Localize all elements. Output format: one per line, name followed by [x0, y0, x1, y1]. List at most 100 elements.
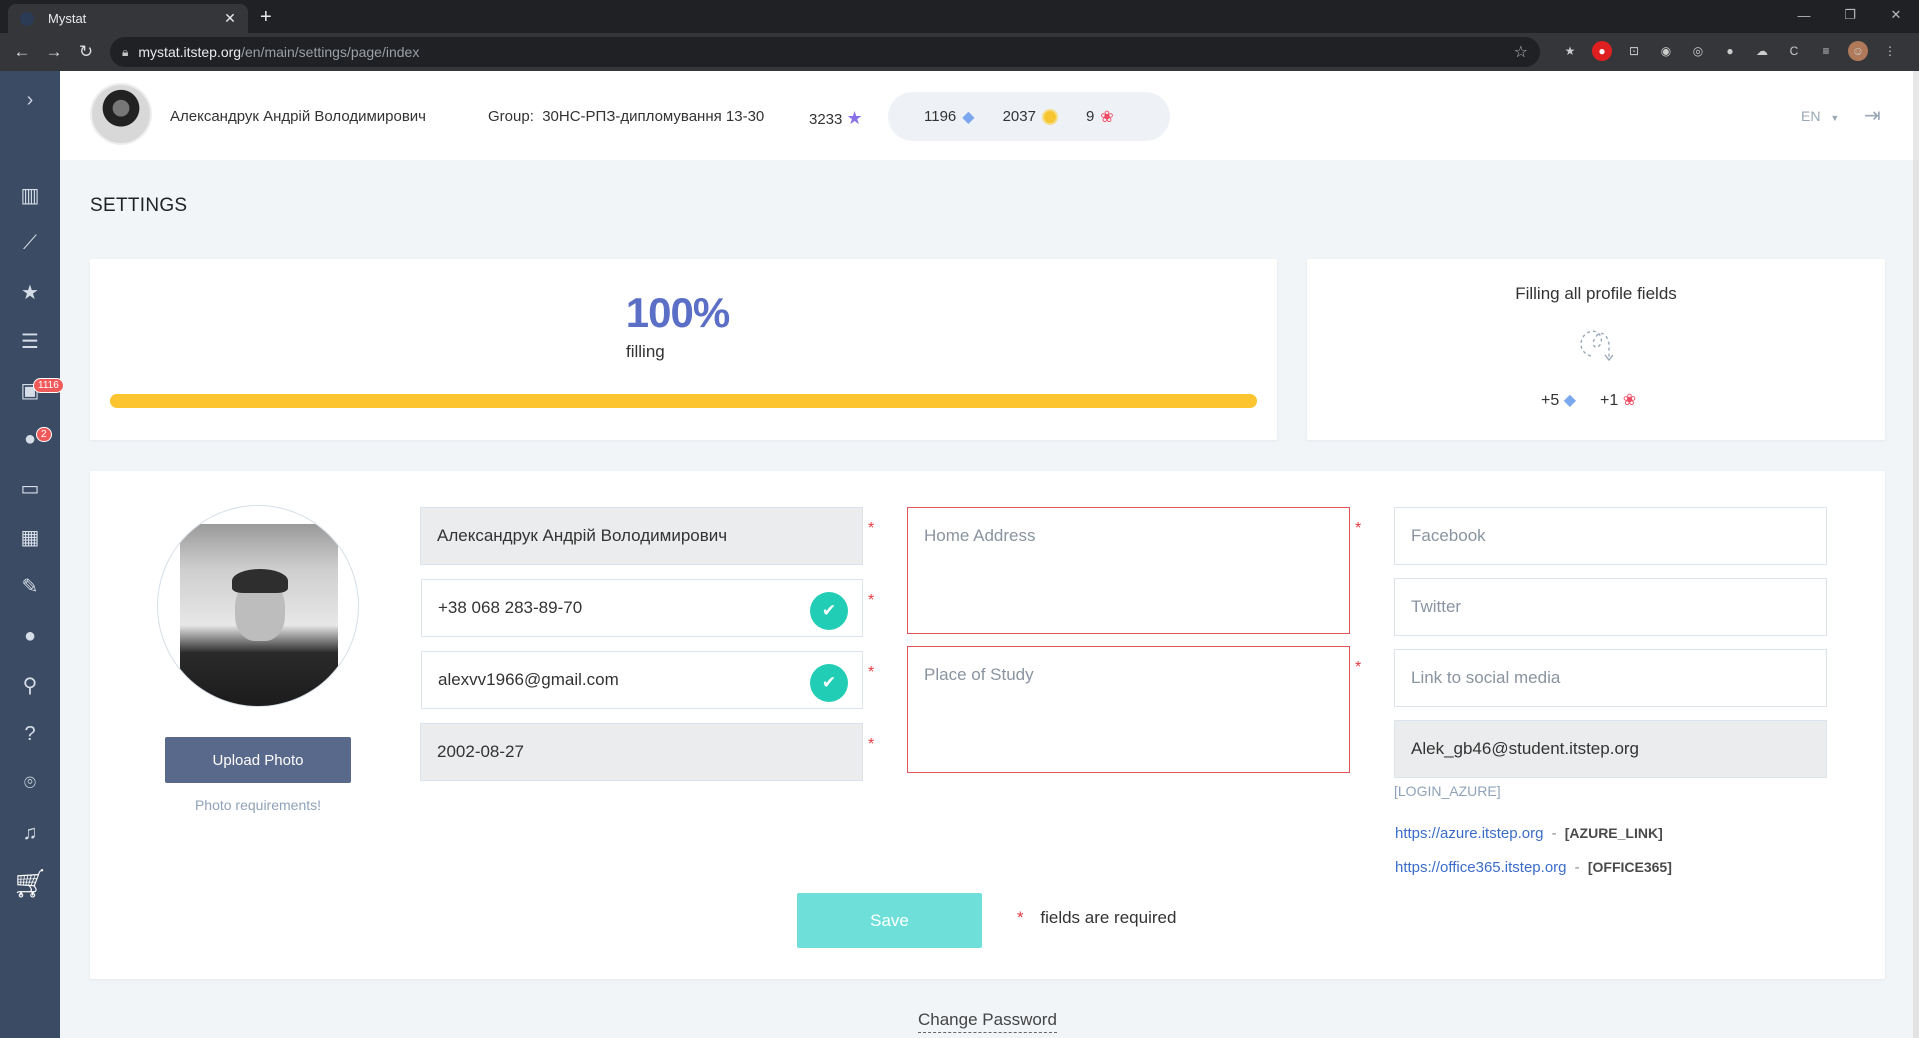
filling-percent: 100%: [625, 289, 730, 336]
email-value: alexvv1966@gmail.com: [438, 670, 619, 689]
required-marker: *: [1355, 520, 1362, 537]
save-button[interactable]: Save: [797, 893, 982, 948]
bonus-awards-value: +1: [1600, 392, 1619, 409]
new-tab-icon[interactable]: +: [260, 6, 272, 29]
sidebar-expand-icon[interactable]: ›: [0, 89, 60, 112]
profile-photo: [157, 505, 359, 707]
avatar[interactable]: [90, 83, 152, 145]
azure-link[interactable]: https://azure.itstep.org: [1395, 825, 1543, 842]
cart-icon[interactable]: 🛒︎: [12, 868, 48, 899]
filling-card: 100% filling: [90, 259, 1277, 440]
extension-icon[interactable]: ★: [1560, 41, 1580, 61]
page-title: SETTINGS: [90, 195, 188, 216]
bar-chart-icon[interactable]: ▥: [18, 183, 42, 207]
schedule-list-icon[interactable]: ☰: [18, 329, 42, 353]
points-value: 3233: [809, 111, 843, 128]
pen-icon[interactable]: ✎: [18, 574, 42, 598]
extension-lock-icon[interactable]: ⊡: [1624, 41, 1644, 61]
social-media-field[interactable]: Link to social media: [1394, 649, 1827, 707]
menu-kebab-icon[interactable]: ⋮: [1880, 41, 1900, 61]
photo-requirements-link[interactable]: Photo requirements!: [165, 797, 351, 813]
email-field[interactable]: alexvv1966@gmail.com ✔: [421, 651, 863, 709]
required-note-text: fields are required: [1040, 908, 1177, 927]
bookmark-star-icon[interactable]: ☆: [1514, 42, 1528, 62]
coins-value: 2037: [1002, 108, 1036, 125]
required-note: * fields are required: [1017, 908, 1176, 928]
home-address-field[interactable]: Home Address: [907, 507, 1350, 634]
full-name-field[interactable]: Александрук Андрій Володимирович: [420, 507, 863, 565]
required-marker: *: [868, 520, 875, 537]
extensions-area: ★ ● ⊡ ◉ ◎ ● ☁ C ≡ ☺ ⋮: [1560, 41, 1900, 61]
user-icon[interactable]: ●: [18, 624, 42, 648]
twitter-placeholder: Twitter: [1411, 597, 1462, 616]
gems-value: 1196: [924, 108, 957, 125]
azure-login-field[interactable]: Alek_gb46@student.itstep.org: [1394, 720, 1827, 778]
restore-icon[interactable]: ❐: [1827, 0, 1873, 30]
required-marker: *: [868, 664, 875, 681]
search-icon[interactable]: ⚲: [18, 673, 42, 697]
github-icon[interactable]: ●: [1720, 41, 1740, 61]
adblock-icon[interactable]: ●: [1592, 41, 1612, 61]
dashed-arrow-icon: [1580, 330, 1614, 362]
minimize-icon[interactable]: —: [1781, 0, 1827, 30]
awards-value: 9: [1085, 108, 1095, 125]
extension-circle-icon[interactable]: ◉: [1656, 41, 1676, 61]
close-tab-icon[interactable]: ✕: [218, 10, 242, 27]
link-separator: -: [1551, 825, 1557, 842]
link-separator: -: [1574, 859, 1580, 876]
language-select[interactable]: EN ▼: [1801, 108, 1839, 124]
profile-avatar-icon[interactable]: ☺: [1848, 41, 1868, 61]
points: 3233 ★: [809, 108, 863, 129]
change-password-link[interactable]: Change Password: [918, 1010, 1057, 1033]
reading-list-icon[interactable]: ≡: [1816, 41, 1836, 61]
extension-target-icon[interactable]: ◎: [1688, 41, 1708, 61]
coins-stat: 2037: [1003, 108, 1058, 125]
reload-icon[interactable]: ↻: [70, 42, 102, 62]
browser-tab[interactable]: Mystat ✕: [8, 4, 248, 33]
bonus-card: Filling all profile fields +5 ◆ +1 ❀: [1307, 259, 1885, 440]
homework-badge: 1116: [33, 378, 64, 393]
card-icon[interactable]: ▭: [18, 476, 42, 500]
facebook-field[interactable]: Facebook: [1394, 507, 1827, 565]
star-icon[interactable]: ★: [18, 280, 42, 304]
birth-date-field[interactable]: 2002-08-27: [420, 723, 863, 781]
check-icon: ✔: [810, 592, 848, 630]
twitter-field[interactable]: Twitter: [1394, 578, 1827, 636]
required-marker: *: [868, 736, 875, 753]
diamond-icon: ◆: [1563, 392, 1577, 409]
office365-link-tag: [OFFICE365]: [1587, 859, 1672, 875]
chevron-down-icon: ▼: [1830, 113, 1840, 123]
login-azure-label: [LOGIN_AZURE]: [1394, 783, 1501, 799]
social-media-placeholder: Link to social media: [1411, 668, 1561, 687]
help-icon[interactable]: ?: [18, 722, 42, 746]
place-of-study-field[interactable]: Place of Study: [907, 646, 1350, 773]
bonus-title: Filling all profile fields: [1515, 284, 1677, 303]
bonus-awards: +1 ❀: [1600, 390, 1636, 410]
tab-title: Mystat: [48, 11, 87, 26]
profile-header: Александрук Андрій Володимирович Group: …: [60, 71, 1919, 160]
forward-icon[interactable]: →: [38, 42, 70, 62]
required-marker: *: [868, 592, 875, 609]
logout-icon[interactable]: ⇥: [1864, 103, 1888, 127]
extension-c-icon[interactable]: C: [1784, 41, 1804, 61]
phone-field[interactable]: +38 068 283-89-70 ✔: [421, 579, 863, 637]
line-chart-icon[interactable]: ⟋: [18, 231, 42, 255]
calendar-icon[interactable]: ▦: [18, 525, 42, 549]
birth-date-value: 2002-08-27: [437, 742, 524, 761]
address-bar[interactable]: 🔒︎ mystat.itstep.org /en/main/settings/p…: [110, 37, 1540, 67]
home-address-placeholder: Home Address: [924, 526, 1036, 545]
page-scrollbar[interactable]: [1913, 160, 1919, 1038]
profile-photo-image: [180, 524, 338, 706]
upload-photo-button[interactable]: Upload Photo: [165, 737, 351, 783]
microphone-icon[interactable]: ♫: [18, 821, 42, 845]
close-window-icon[interactable]: ✕: [1873, 0, 1919, 30]
browser-toolbar: ← → ↻ 🔒︎ mystat.itstep.org /en/main/sett…: [0, 33, 1919, 71]
extension-cloud-icon[interactable]: ☁: [1752, 41, 1772, 61]
diamond-icon: ◆: [962, 108, 975, 126]
location-pin-icon[interactable]: ⌾: [18, 771, 42, 795]
full-name-value: Александрук Андрій Володимирович: [437, 526, 728, 545]
office365-link[interactable]: https://office365.itstep.org: [1395, 859, 1567, 876]
back-icon[interactable]: ←: [6, 42, 38, 62]
photo-hair: [232, 569, 288, 593]
gems-stat: 1196 ◆: [924, 107, 975, 127]
